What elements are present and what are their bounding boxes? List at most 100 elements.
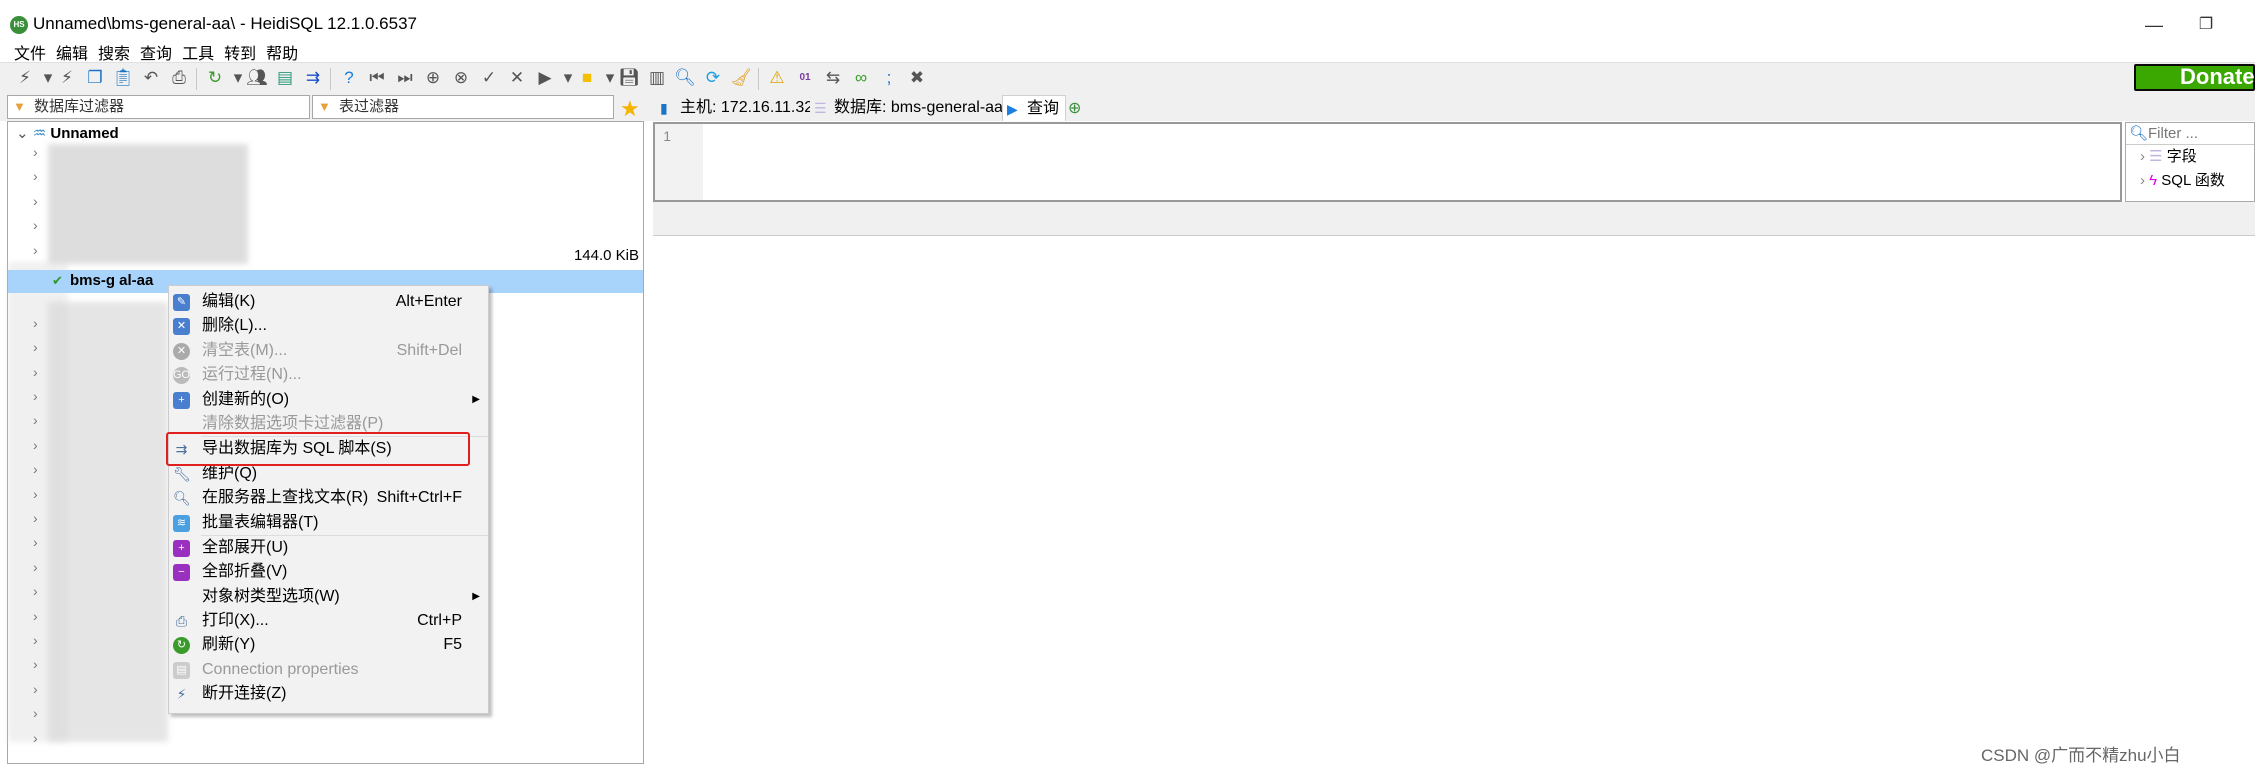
context-menu-item[interactable]: ⚡ 断开连接(Z) — [169, 682, 488, 706]
expand-chevron-icon[interactable]: › — [33, 412, 38, 428]
dropdown-icon[interactable]: ▾ — [604, 67, 616, 89]
toolbar-separator — [196, 68, 197, 90]
link-icon[interactable]: ∞ — [850, 67, 872, 89]
wrap-icon[interactable]: ⇆ — [822, 67, 844, 89]
context-menu-item[interactable]: ↻ 刷新(Y) F5 — [169, 633, 488, 657]
context-menu-item[interactable]: + 全部展开(U) — [169, 536, 488, 560]
expand-chevron-icon[interactable]: › — [33, 437, 38, 453]
selected-database-label: bms-g al-aa — [70, 272, 154, 289]
menu-help[interactable]: 帮助 — [266, 40, 298, 63]
menu-edit[interactable]: 编辑 — [56, 40, 88, 63]
semicolon-icon[interactable]: ; — [878, 67, 900, 89]
menu-query[interactable]: 查询 — [140, 40, 172, 63]
table-filter-input[interactable]: ▼ 表过滤器 — [312, 95, 614, 119]
expand-chevron-icon[interactable]: › — [33, 534, 38, 550]
expand-chevron-icon[interactable]: › — [33, 461, 38, 477]
minimize-button[interactable]: — — [2134, 10, 2174, 40]
favorite-star-icon[interactable]: ★ — [620, 96, 640, 122]
check-icon[interactable]: ✓ — [478, 67, 500, 89]
expand-chevron-icon[interactable]: › — [33, 486, 38, 502]
menu-file[interactable]: 文件 — [14, 40, 46, 63]
context-menu-item[interactable]: ✕ 删除(L)... — [169, 314, 488, 338]
dropdown-icon[interactable]: ▾ — [562, 67, 574, 89]
expand-chevron-icon[interactable]: › — [33, 730, 38, 746]
expand-chevron-icon[interactable]: › — [33, 705, 38, 721]
tab-host[interactable]: ▮ 主机: 172.16.11.32 — [656, 95, 821, 121]
expand-chevron-icon[interactable]: › — [33, 388, 38, 404]
context-menu-item[interactable]: ✎ 编辑(K) Alt+Enter — [169, 290, 488, 314]
help-icon[interactable]: ? — [338, 67, 360, 89]
title-bar: HS Unnamed\bms-general-aa\ - HeidiSQL 12… — [0, 0, 2255, 44]
context-menu-item[interactable]: ≋ 批量表编辑器(T) — [169, 511, 488, 535]
connect-icon[interactable]: ⚡ — [14, 67, 36, 89]
menu-item-label: 全部折叠(V) — [202, 563, 288, 581]
replace-icon[interactable]: ⟳ — [702, 67, 724, 89]
clean-icon[interactable]: 🧹︎ — [730, 67, 752, 89]
tree-root-unnamed[interactable]: ⌄ ♒ Unnamed — [16, 124, 119, 142]
expand-chevron-icon[interactable]: › — [33, 583, 38, 599]
save-as-icon[interactable]: ▥ — [646, 67, 668, 89]
tab-database[interactable]: ☰ 数据库: bms-general-aa — [810, 95, 1010, 121]
helper-item-sql-functions[interactable]: › ϟ SQL 函数 — [2126, 169, 2254, 193]
menu-search[interactable]: 搜索 — [98, 40, 130, 63]
context-menu-item[interactable]: + 创建新的(O) ▶ — [169, 388, 488, 412]
context-menu-item[interactable]: − 全部折叠(V) — [169, 560, 488, 584]
expand-chevron-icon[interactable]: › — [33, 193, 38, 209]
sql-editor[interactable]: 1 — [653, 122, 2122, 202]
tab-query[interactable]: ▶ 查询 — [1002, 95, 1067, 121]
restore-button[interactable]: ❐ — [2186, 10, 2226, 40]
copy-icon[interactable]: ❐ — [84, 67, 106, 89]
user-manager-icon[interactable]: 👥︎ — [246, 67, 268, 89]
expand-chevron-icon[interactable]: › — [33, 656, 38, 672]
close-tab-icon[interactable]: ✖ — [906, 67, 928, 89]
menu-goto[interactable]: 转到 — [224, 40, 256, 63]
donate-button[interactable]: Donate — [2134, 64, 2255, 91]
csv-export-icon[interactable]: ▤ — [274, 67, 296, 89]
first-icon[interactable]: ⏮︎ — [366, 67, 388, 89]
context-menu-item[interactable]: 🔍︎ 在服务器上查找文本(R) Shift+Ctrl+F — [169, 486, 488, 510]
expand-chevron-icon[interactable]: › — [33, 217, 38, 233]
undo-icon[interactable]: ↶ — [140, 67, 162, 89]
expand-chevron-icon[interactable]: › — [33, 632, 38, 648]
helper-item-fields[interactable]: › ☰ 字段 — [2126, 145, 2254, 169]
expand-chevron-icon[interactable]: › — [33, 242, 38, 258]
expand-chevron-icon[interactable]: › — [33, 559, 38, 575]
dropdown-icon[interactable]: ▾ — [232, 67, 244, 89]
context-menu-item[interactable]: ⎙ 打印(X)... Ctrl+P — [169, 609, 488, 633]
expand-chevron-icon[interactable]: › — [33, 364, 38, 380]
context-menu-item[interactable]: GO 运行过程(N)... — [169, 363, 488, 387]
context-menu-item[interactable]: 对象树类型选项(W) ▶ — [169, 585, 488, 609]
expand-chevron-icon[interactable]: › — [33, 339, 38, 355]
save-icon[interactable]: 💾︎ — [618, 67, 640, 89]
print-icon[interactable]: ⎙ — [168, 67, 190, 89]
run-icon[interactable]: ▶ — [534, 67, 556, 89]
binary-icon[interactable]: 01 — [794, 67, 816, 89]
refresh-icon[interactable]: ↻ — [204, 67, 226, 89]
database-filter-input[interactable]: ▼ 数据库过滤器 — [7, 95, 310, 119]
wrench-icon: 🔧︎ — [173, 465, 191, 482]
helper-filter-input[interactable]: 🔍︎ Filter ... — [2126, 123, 2254, 145]
export-sql-icon[interactable]: ⇉ — [302, 67, 324, 89]
expand-chevron-icon[interactable]: › — [33, 681, 38, 697]
context-menu-item[interactable]: ▤ Connection properties — [169, 658, 488, 682]
find-icon[interactable]: 🔍︎ — [674, 67, 696, 89]
expand-chevron-icon[interactable]: › — [33, 510, 38, 526]
new-query-tab-icon[interactable]: ⊕ — [1068, 98, 1081, 118]
dropdown-icon[interactable]: ▾ — [42, 67, 54, 89]
disconnect-icon[interactable]: ⚡ — [56, 67, 78, 89]
context-menu-item[interactable]: ✕ 清空表(M)... Shift+Del — [169, 339, 488, 363]
expand-chevron-icon[interactable]: › — [33, 144, 38, 160]
expand-chevron-icon[interactable]: › — [33, 315, 38, 331]
warning-icon[interactable]: ⚠ — [766, 67, 788, 89]
folder-icon[interactable]: ■ — [576, 67, 598, 89]
add-icon[interactable]: ⊕ — [422, 67, 444, 89]
delete-icon[interactable]: ✕ — [506, 67, 528, 89]
expand-chevron-icon[interactable]: › — [33, 168, 38, 184]
paste-icon[interactable]: 📋︎ — [112, 67, 134, 89]
expand-chevron-icon[interactable]: › — [33, 608, 38, 624]
editor-splitter[interactable] — [653, 202, 2255, 236]
menu-item-label: 运行过程(N)... — [202, 366, 302, 384]
last-icon[interactable]: ⏭︎ — [394, 67, 416, 89]
menu-tools[interactable]: 工具 — [182, 40, 214, 63]
cancel-icon[interactable]: ⊗ — [450, 67, 472, 89]
